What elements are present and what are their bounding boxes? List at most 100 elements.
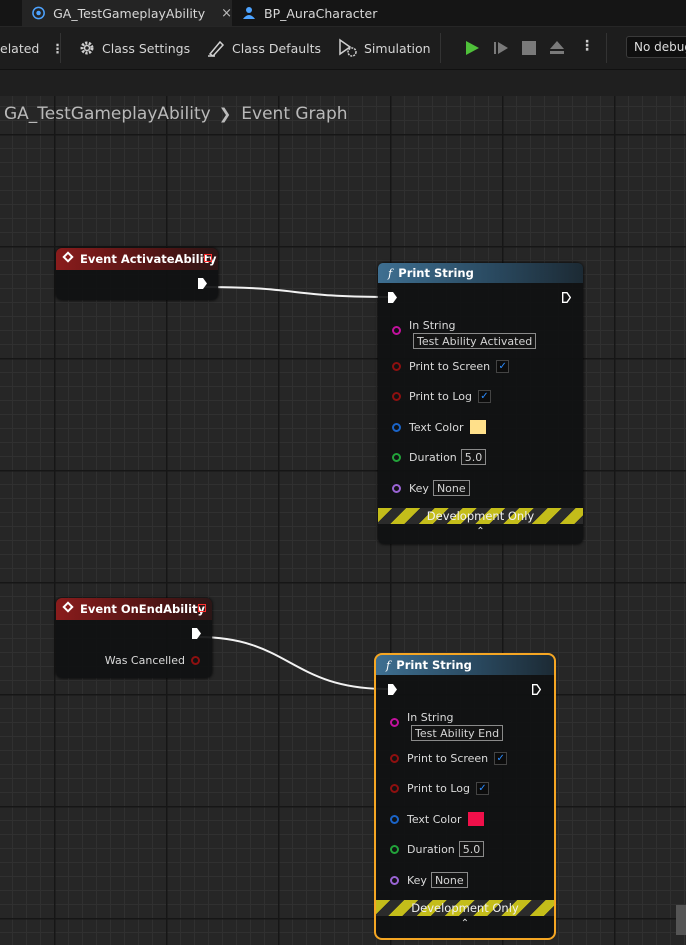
exec-out-pin-icon[interactable] — [532, 684, 541, 695]
event-node-header: Event ActivateAbility — [56, 248, 218, 270]
name-pin-icon[interactable] — [392, 483, 401, 493]
print-to-log-pin[interactable]: Print to Log ✓ — [390, 782, 489, 795]
event-node-title: Event OnEndAbility — [80, 602, 206, 616]
class-defaults-label: Class Defaults — [232, 40, 322, 56]
function-node-title: Print String — [398, 266, 474, 280]
exec-out-pin-icon[interactable] — [192, 628, 201, 639]
exec-in-pin-icon[interactable] — [388, 292, 397, 303]
event-onendability-node[interactable]: Event OnEndAbility Was Cancelled — [56, 598, 212, 678]
exec-out-pin-icon[interactable] — [562, 292, 571, 303]
simulation-icon — [339, 38, 357, 57]
text-color-label: Text Color — [409, 420, 464, 434]
tab-ga-testgameplayability[interactable]: GA_TestGameplayAbility × — [22, 0, 232, 26]
duration-label: Duration — [409, 450, 457, 464]
in-string-input[interactable]: Test Ability Activated — [413, 333, 537, 349]
collapse-caret-icon[interactable]: ⌃ — [378, 526, 583, 537]
development-only-label: Development Only — [411, 901, 519, 915]
function-icon: f — [386, 658, 391, 672]
bool-pin-icon[interactable] — [191, 656, 200, 665]
exec-out-pin-icon[interactable] — [198, 278, 207, 289]
name-pin-icon[interactable] — [390, 875, 399, 885]
float-pin-icon[interactable] — [392, 452, 401, 462]
print-to-log-checkbox[interactable]: ✓ — [476, 782, 489, 795]
delegate-pin-icon[interactable] — [198, 604, 206, 612]
bool-pin-icon[interactable] — [390, 784, 399, 793]
toolbar-divider — [60, 33, 61, 63]
scrollbar-thumb[interactable] — [676, 905, 686, 935]
print-to-log-label: Print to Log — [407, 782, 470, 795]
text-color-pin[interactable]: Text Color — [392, 419, 488, 435]
print-to-log-pin[interactable]: Print to Log ✓ — [392, 390, 491, 403]
print-to-screen-label: Print to Screen — [409, 360, 491, 373]
key-pin[interactable]: Key None — [390, 872, 468, 888]
in-string-pin[interactable]: In String Test Ability End — [390, 711, 504, 741]
in-string-pin[interactable]: In String Test Ability Activated — [392, 319, 537, 349]
string-pin-icon[interactable] — [392, 326, 401, 335]
print-to-screen-checkbox[interactable]: ✓ — [494, 752, 508, 765]
stop-icon[interactable] — [522, 41, 536, 55]
duration-label: Duration — [407, 842, 455, 856]
development-only-label: Development Only — [426, 509, 535, 523]
duration-pin[interactable]: Duration 5.0 — [390, 841, 485, 857]
step-icon[interactable] — [493, 40, 511, 56]
bool-pin-icon[interactable] — [392, 362, 401, 371]
related-button[interactable]: elated ⋮ — [0, 27, 64, 69]
simulation-label: Simulation — [364, 40, 431, 56]
class-defaults-button[interactable]: Class Defaults — [207, 27, 321, 69]
key-input[interactable]: None — [432, 480, 470, 496]
exec-in-pin-icon[interactable] — [388, 684, 397, 695]
was-cancelled-pin[interactable]: Was Cancelled — [105, 654, 200, 667]
event-activateability-node[interactable]: Event ActivateAbility — [56, 248, 218, 300]
toolbar: elated ⋮ Class Settings Class Defaults S… — [0, 27, 686, 70]
debug-object-select[interactable]: No debug — [626, 36, 686, 58]
event-diamond-icon — [62, 601, 74, 613]
print-string-node-1[interactable]: f Print String In String Test Ability Ac… — [378, 263, 583, 544]
collapse-caret-icon[interactable]: ⌃ — [376, 918, 554, 929]
struct-pin-icon[interactable] — [390, 814, 399, 824]
toolbar-divider — [440, 33, 441, 63]
close-icon[interactable]: × — [221, 6, 232, 21]
struct-pin-icon[interactable] — [392, 422, 401, 432]
more-options-icon[interactable]: ⋮ — [51, 41, 64, 56]
float-pin-icon[interactable] — [390, 844, 399, 854]
tab-label: BP_AuraCharacter — [264, 5, 378, 21]
print-to-screen-pin[interactable]: Print to Screen ✓ — [390, 752, 508, 765]
print-to-screen-checkbox[interactable]: ✓ — [496, 360, 510, 373]
bool-pin-icon[interactable] — [390, 754, 399, 763]
print-to-log-label: Print to Log — [409, 390, 472, 403]
edit-defaults-icon — [208, 40, 225, 57]
function-icon: f — [388, 266, 393, 280]
duration-pin[interactable]: Duration 5.0 — [392, 449, 487, 465]
tab-bar: GA_TestGameplayAbility × BP_AuraCharacte… — [0, 0, 686, 26]
print-string-node-2[interactable]: f Print String In String Test Ability En… — [374, 653, 556, 940]
in-string-input[interactable]: Test Ability End — [411, 725, 504, 741]
print-to-screen-label: Print to Screen — [407, 752, 489, 765]
event-node-header: Event OnEndAbility — [56, 598, 212, 620]
play-icon[interactable] — [464, 40, 480, 56]
text-color-swatch[interactable] — [469, 419, 488, 435]
key-pin[interactable]: Key None — [392, 480, 470, 496]
simulation-button[interactable]: Simulation — [338, 27, 431, 69]
event-node-title: Event ActivateAbility — [80, 252, 217, 266]
text-color-pin[interactable]: Text Color — [390, 811, 486, 827]
text-color-swatch[interactable] — [467, 811, 486, 827]
play-options-icon[interactable]: ⋮ — [580, 38, 594, 54]
tab-label: GA_TestGameplayAbility — [53, 5, 206, 21]
tab-bp-auracharacter[interactable]: BP_AuraCharacter — [242, 0, 377, 26]
bool-pin-icon[interactable] — [392, 392, 401, 401]
key-input[interactable]: None — [430, 872, 468, 888]
print-to-log-checkbox[interactable]: ✓ — [478, 390, 491, 403]
gear-icon — [80, 41, 94, 55]
was-cancelled-label: Was Cancelled — [104, 654, 185, 667]
class-settings-button[interactable]: Class Settings — [78, 27, 190, 69]
delegate-pin-icon[interactable] — [204, 254, 212, 262]
event-graph-canvas[interactable]: GA_TestGameplayAbility ❯ Event Graph Eve… — [0, 96, 686, 945]
duration-input[interactable]: 5.0 — [460, 449, 487, 465]
print-to-screen-pin[interactable]: Print to Screen ✓ — [392, 360, 510, 373]
eject-icon[interactable] — [548, 40, 566, 56]
duration-input[interactable]: 5.0 — [458, 841, 485, 857]
key-label: Key — [409, 481, 429, 495]
function-node-header: f Print String — [376, 655, 554, 675]
string-pin-icon[interactable] — [390, 718, 399, 727]
blueprint-icon — [32, 6, 45, 20]
